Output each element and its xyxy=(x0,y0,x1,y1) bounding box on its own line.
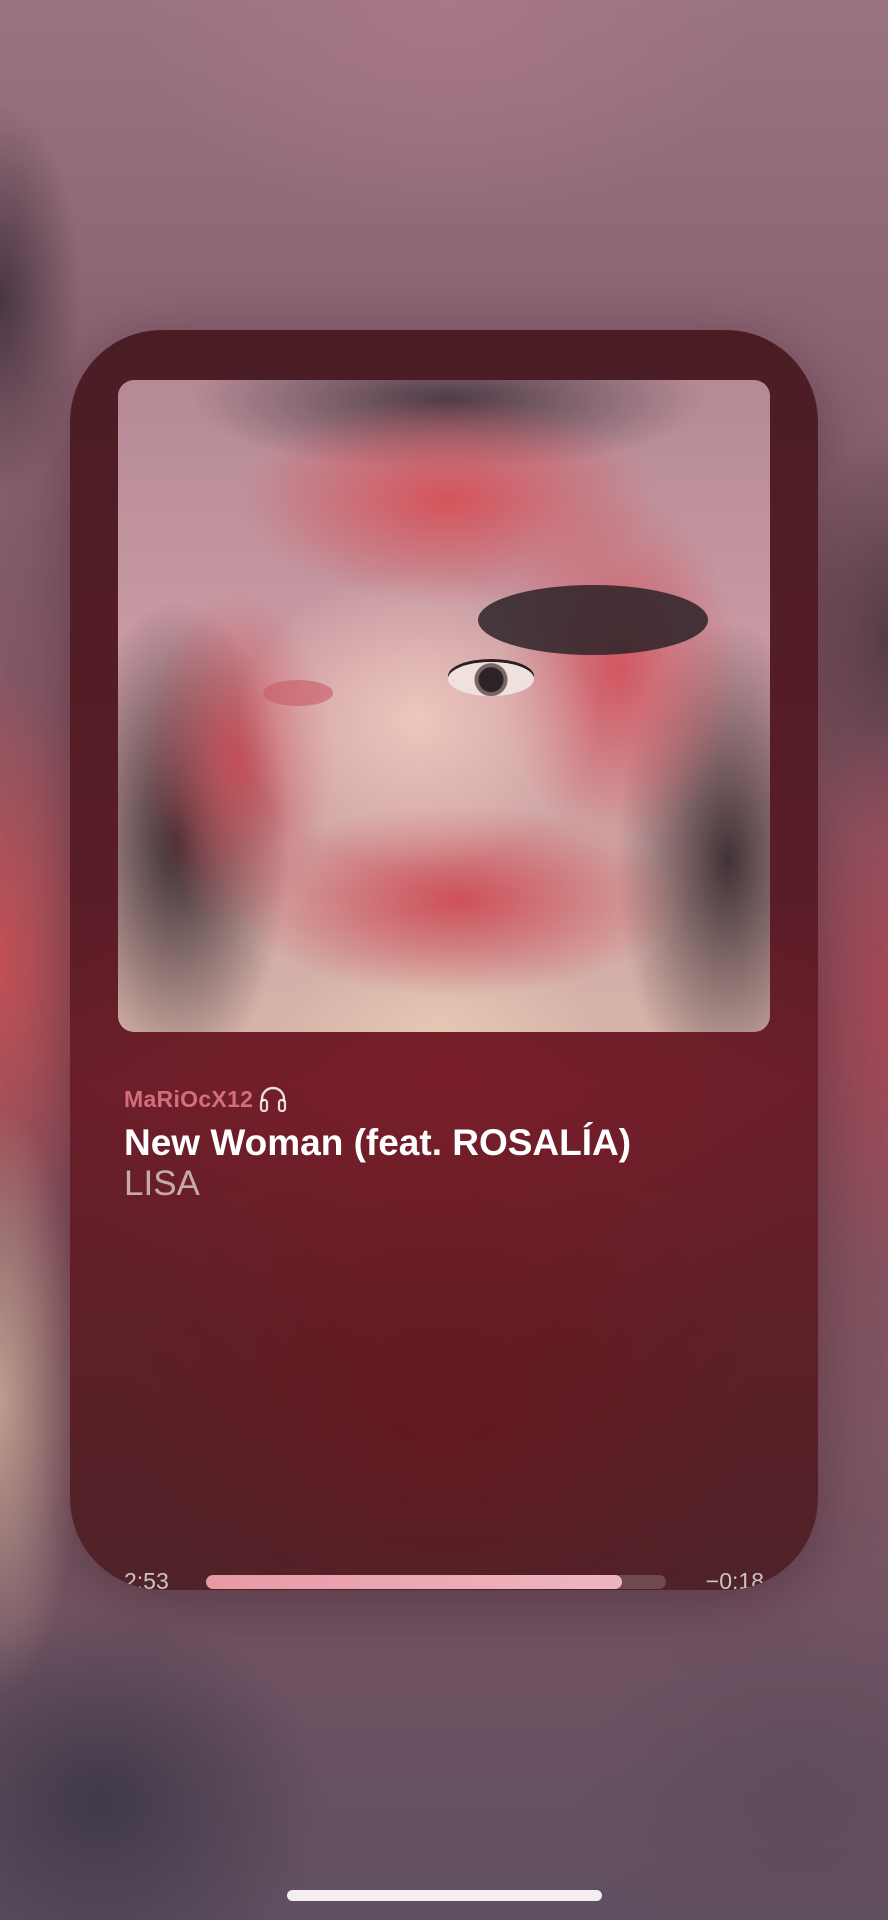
remaining-time: −0:18 xyxy=(705,1568,764,1590)
album-artwork[interactable] xyxy=(118,380,770,1032)
artwork-hair-detail xyxy=(478,585,708,655)
headphones-icon xyxy=(257,1083,289,1115)
track-title: New Woman (feat. ROSALÍA) xyxy=(124,1122,632,1163)
elapsed-time: 2:53 xyxy=(124,1568,169,1590)
now-playing-card: MaRiOcX12 New Woman (feat. ROSALÍA) LISA… xyxy=(70,330,818,1590)
progress-row: 2:53 −0:18 xyxy=(124,1564,764,1590)
station-row[interactable]: MaRiOcX12 xyxy=(124,1082,764,1116)
progress-fill xyxy=(206,1575,623,1589)
artwork-eye-detail-2 xyxy=(263,680,333,706)
station-name: MaRiOcX12 xyxy=(124,1085,254,1112)
artwork-eye-detail xyxy=(448,662,534,696)
track-artist[interactable]: LISA xyxy=(124,1164,764,1204)
home-indicator[interactable] xyxy=(287,1890,602,1901)
track-info: MaRiOcX12 New Woman (feat. ROSALÍA) LISA xyxy=(124,1082,764,1204)
progress-scrubber[interactable] xyxy=(206,1575,666,1589)
